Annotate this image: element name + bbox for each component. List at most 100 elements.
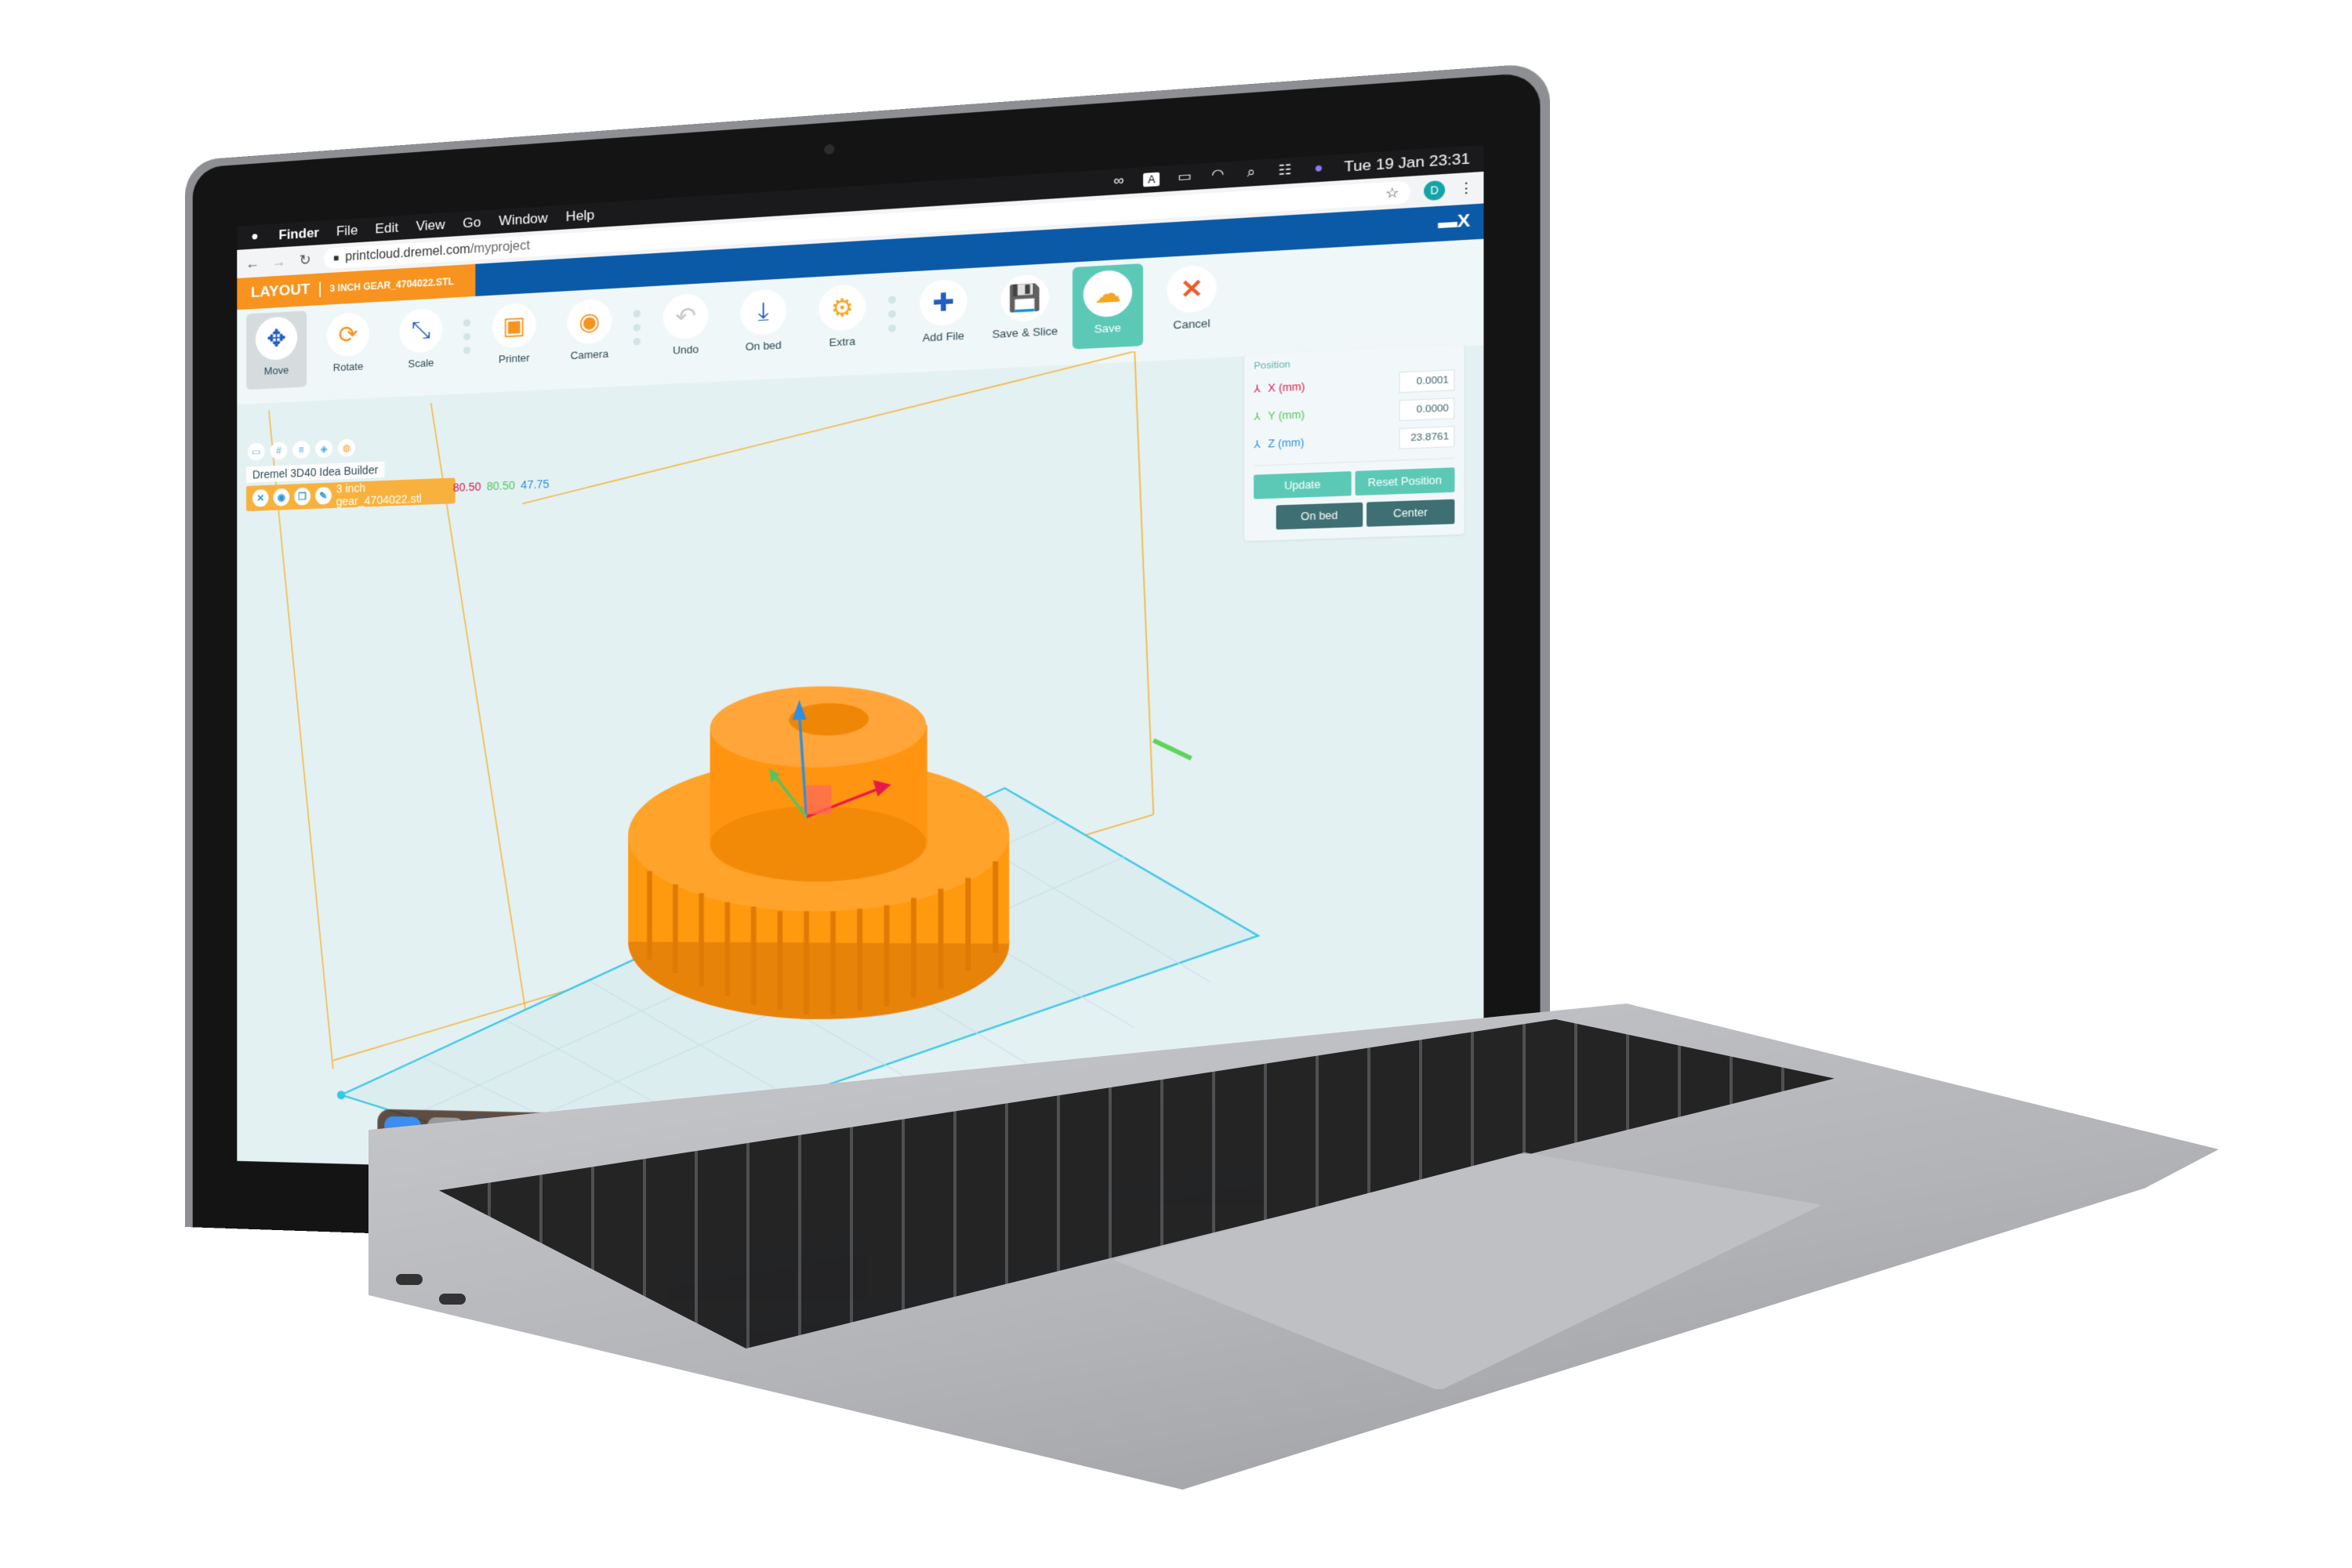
toolbar-divider <box>887 278 897 332</box>
rotate-icon: ⟳ <box>327 311 370 358</box>
minimize-close-controls[interactable]: ▬X <box>1438 212 1470 234</box>
visibility-icon[interactable]: ◉ <box>273 488 290 506</box>
webcam <box>824 143 835 155</box>
menu-clock[interactable]: Tue 19 Jan 23:31 <box>1344 151 1470 176</box>
y-label: Y (mm) <box>1268 408 1305 423</box>
usb-c-port <box>396 1274 423 1285</box>
y-position-input[interactable] <box>1399 397 1455 422</box>
spotlight-icon[interactable]: ⌕ <box>1243 165 1259 180</box>
apple-menu-icon[interactable]: ● <box>248 230 262 244</box>
menu-edit[interactable]: Edit <box>376 220 399 237</box>
back-button[interactable]: ← <box>245 255 260 272</box>
tool-label: Printer <box>499 351 530 365</box>
tool-add-file[interactable]: ✚ Add File <box>909 273 978 358</box>
bookmark-star-icon[interactable]: ☆ <box>1385 184 1399 202</box>
grid-icon[interactable]: # <box>270 441 288 460</box>
menu-view[interactable]: View <box>416 217 445 235</box>
camera-icon: ◉ <box>567 298 612 345</box>
extra-gears-icon: ⚙ <box>818 284 866 332</box>
save-slice-icon: 💾 <box>1000 274 1050 323</box>
mode-label: LAYOUT <box>250 281 310 302</box>
dimension-y: 80.50 <box>486 478 515 493</box>
toolbar-divider <box>633 292 642 346</box>
gizmo-plane-handle <box>806 785 832 815</box>
cancel-x-icon: ✕ <box>1167 264 1217 314</box>
tool-label: Add File <box>922 328 965 344</box>
tool-on-bed[interactable]: ⤓ On bed <box>731 283 797 366</box>
toolbar-divider <box>463 301 471 354</box>
object-name: 3 inch gear_4704022.stl <box>336 481 422 508</box>
y-axis-indicator <box>1153 740 1191 759</box>
tool-cancel[interactable]: ✕ Cancel <box>1156 259 1228 345</box>
control-center-icon[interactable]: ☷ <box>1276 163 1293 179</box>
delete-icon[interactable]: ✕ <box>252 488 269 507</box>
tool-label: Rotate <box>332 360 364 374</box>
duplicate-icon[interactable]: ❐ <box>294 487 310 506</box>
layers-icon[interactable]: ≡ <box>292 441 310 459</box>
dimension-x: 80.50 <box>452 480 481 495</box>
tool-label: Extra <box>829 335 856 349</box>
tool-rotate[interactable]: ⟳ Rotate <box>318 307 379 387</box>
menu-help[interactable]: Help <box>566 207 595 225</box>
z-label: Z (mm) <box>1268 436 1305 450</box>
x-label: X (mm) <box>1268 380 1305 395</box>
update-button[interactable]: Update <box>1254 471 1352 499</box>
tool-extra[interactable]: ⚙ Extra <box>808 278 876 362</box>
origin-marker <box>336 1091 346 1100</box>
position-y-row: ⅄ Y (mm) <box>1254 397 1455 427</box>
browser-menu-icon[interactable]: ⋮ <box>1458 180 1474 198</box>
position-actions: Update Reset Position <box>1254 457 1455 499</box>
menu-file[interactable]: File <box>336 223 358 240</box>
tool-printer[interactable]: ▣ Printer <box>483 297 546 378</box>
printer-icon: ▣ <box>492 302 536 349</box>
creative-cloud-icon[interactable]: ∞ <box>1111 173 1127 189</box>
position-panel: Position ⅄ X (mm) ⅄ Y (mm) ⅄ Z (mm) <box>1244 344 1465 542</box>
input-source-icon[interactable]: A <box>1143 172 1160 187</box>
ruler-icon[interactable]: ▭ <box>248 442 265 461</box>
position-x-row: ⅄ X (mm) <box>1254 369 1455 399</box>
menu-finder[interactable]: Finder <box>278 225 319 244</box>
edit-icon[interactable]: ✎ <box>314 486 332 505</box>
wifi-icon[interactable]: ◠ <box>1210 167 1226 183</box>
tool-camera[interactable]: ◉ Camera <box>557 293 622 375</box>
x-position-input[interactable] <box>1399 369 1455 394</box>
scale-icon: ⤡ <box>399 307 443 354</box>
reset-position-button[interactable]: Reset Position <box>1355 467 1455 496</box>
file-title: 3 INCH GEAR_4704022.STL <box>329 275 455 295</box>
title-separator: | <box>318 280 322 298</box>
support-icon[interactable]: ◍ <box>338 438 356 457</box>
forward-button[interactable]: → <box>271 252 287 270</box>
axis-z-icon: ⅄ <box>1254 437 1261 451</box>
menu-go[interactable]: Go <box>463 215 481 232</box>
url-path: /myproject <box>470 238 531 256</box>
tool-label: Camera <box>570 347 609 362</box>
battery-icon[interactable]: ▭ <box>1176 169 1192 185</box>
center-button[interactable]: Center <box>1367 499 1455 527</box>
position-z-row: ⅄ Z (mm) <box>1254 426 1455 455</box>
tool-label: Scale <box>408 356 434 370</box>
tool-move[interactable]: ✥ Move <box>246 310 307 390</box>
tool-label: On bed <box>745 338 782 354</box>
on-bed-button[interactable]: On bed <box>1276 502 1363 530</box>
axis-x-icon: ⅄ <box>1254 383 1261 395</box>
usb-c-port <box>439 1294 466 1305</box>
axis-y-icon: ⅄ <box>1254 410 1261 423</box>
menu-window[interactable]: Window <box>499 210 548 230</box>
siri-icon[interactable]: ● <box>1310 161 1327 176</box>
view-cube-icon[interactable]: ◈ <box>315 439 333 459</box>
lock-icon: ■ <box>333 252 339 264</box>
tool-save[interactable]: ☁ Save <box>1072 263 1144 350</box>
tool-scale[interactable]: ⤡ Scale <box>390 303 452 383</box>
move-icon: ✥ <box>255 315 298 361</box>
cloud-save-icon: ☁ <box>1083 269 1133 318</box>
on-bed-icon: ⤓ <box>740 289 787 336</box>
tool-save-and-slice[interactable]: 💾 Save & Slice <box>990 268 1060 354</box>
profile-avatar[interactable]: D <box>1424 180 1446 201</box>
tool-undo[interactable]: ↶ Undo <box>653 288 718 370</box>
reload-button[interactable]: ↻ <box>297 251 313 268</box>
url-host: printcloud.dremel.com <box>345 242 470 264</box>
z-position-input[interactable] <box>1399 426 1455 450</box>
tool-label: Save & Slice <box>992 324 1058 341</box>
tool-label: Undo <box>673 343 699 357</box>
position-actions-secondary: On bed Center <box>1254 499 1455 531</box>
